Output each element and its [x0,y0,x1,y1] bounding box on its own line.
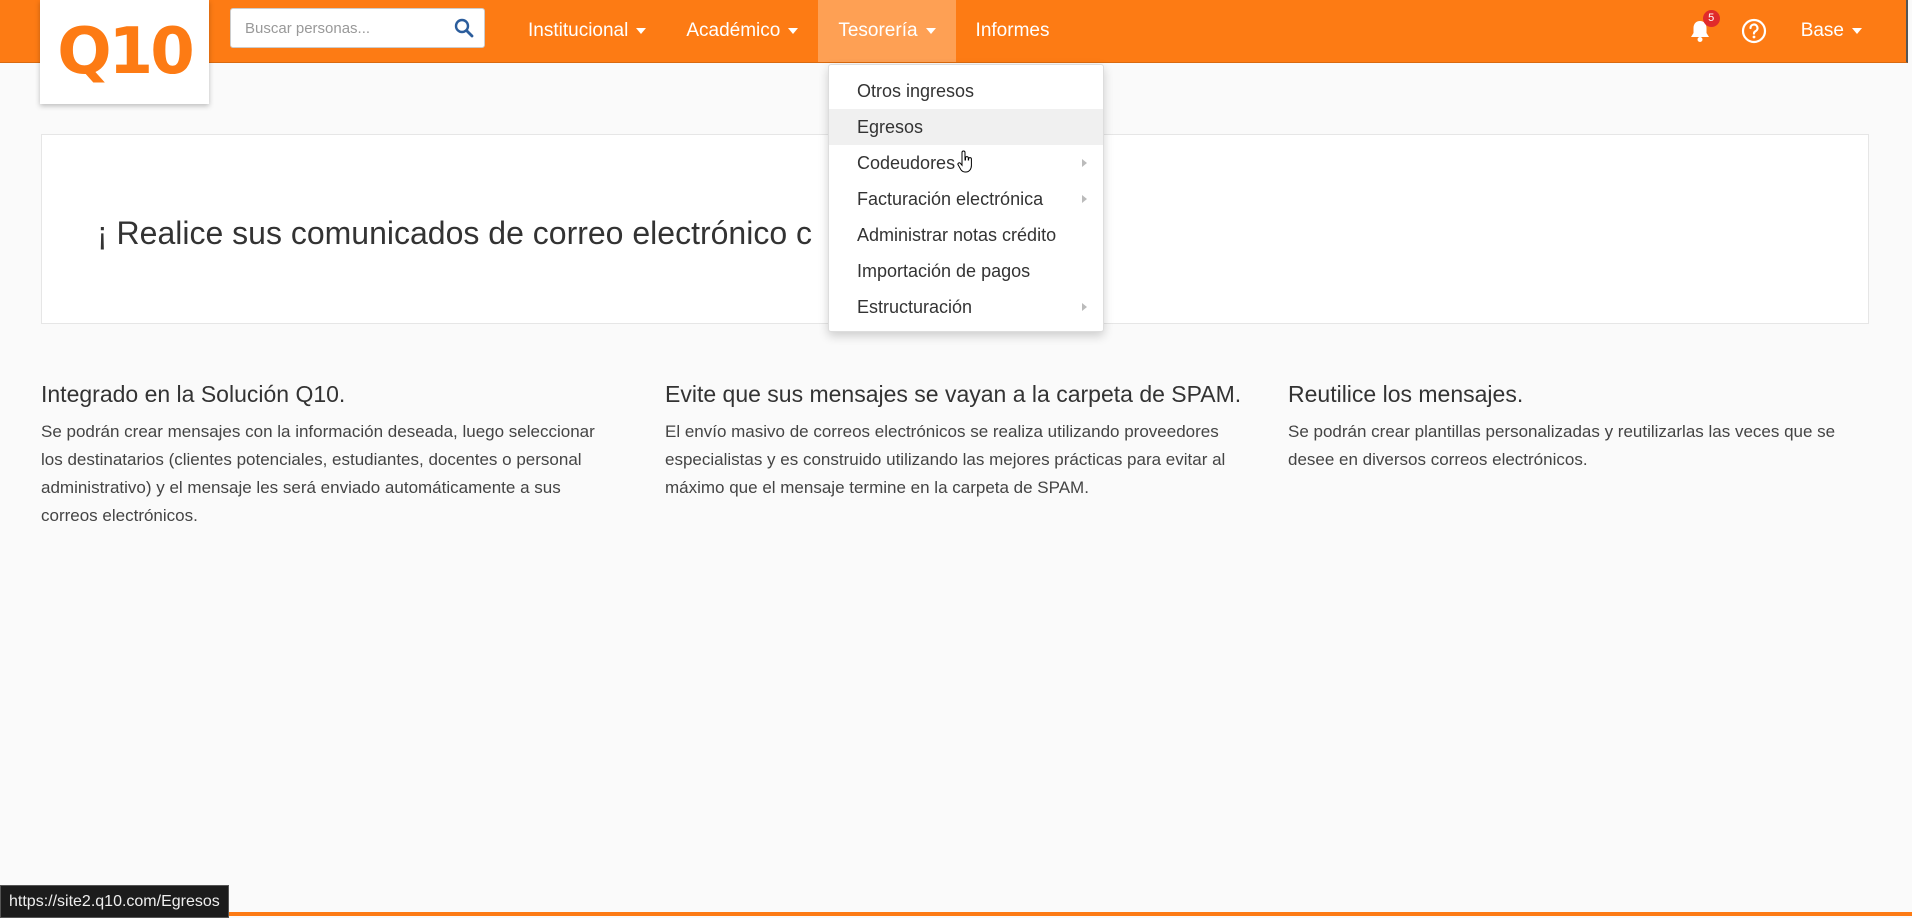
main-nav: Institucional Académico Tesorería Inform… [508,0,1069,62]
menu-item-importacion-de-pagos[interactable]: Importación de pagos [829,253,1103,289]
feature-body: Se podrán crear plantillas personalizada… [1288,422,1836,469]
caret-down-icon [925,28,936,34]
feature-title: Evite que sus mensajes se vayan a la car… [665,381,1242,407]
menu-item-label: Egresos [857,117,924,137]
menu-item-egresos[interactable]: Egresos [829,109,1103,145]
nav-item-label: Institucional [528,20,629,41]
top-navbar: Institucional Académico Tesorería Inform… [0,0,1908,63]
feature-title: Reutilice los mensajes. [1288,381,1524,407]
chevron-right-icon [1082,303,1087,311]
nav-item-label: Informes [975,20,1050,41]
user-menu-label: Base [1800,20,1844,41]
nav-item-institucional[interactable]: Institucional [508,0,666,62]
nav-item-informes[interactable]: Informes [956,0,1070,62]
menu-item-label: Importación de pagos [857,261,1031,281]
feature-body: Se podrán crear mensajes con la informac… [41,422,595,525]
search-icon[interactable] [454,18,474,38]
help-icon[interactable] [1741,18,1767,44]
footer-accent-line [0,912,1912,916]
feature-block: Integrado en la Solución Q10. Se podrán … [41,380,621,530]
menu-item-estructuracion[interactable]: Estructuración [829,289,1103,325]
user-menu[interactable]: Base [1801,20,1862,42]
menu-item-facturacion-electronica[interactable]: Facturación electrónica [829,181,1103,217]
notifications-button[interactable]: 5 [1687,10,1720,44]
hero-headline: ¡ Realice sus comunicados de correo elec… [97,215,812,251]
tesoreria-dropdown-menu: Otros ingresos Egresos Codeudores Factur… [828,64,1104,332]
chevron-right-icon [1082,159,1087,167]
hand-cursor-icon [957,150,972,173]
menu-item-label: Codeudores [857,153,956,173]
menu-item-label: Administrar notas crédito [857,225,1057,245]
notification-badge: 5 [1702,10,1720,27]
q10-logo[interactable]: Q10 [40,0,209,104]
menu-item-label: Facturación electrónica [857,189,1044,209]
chevron-right-icon [1082,195,1087,203]
feature-block: Evite que sus mensajes se vayan a la car… [665,380,1245,502]
menu-item-label: Otros ingresos [857,81,975,101]
menu-item-label: Estructuración [857,297,973,317]
menu-item-administrar-notas-credito[interactable]: Administrar notas crédito [829,217,1103,253]
header-actions: 5 Base [1687,0,1906,62]
nav-item-label: Académico [686,20,781,41]
nav-item-tesoreria[interactable]: Tesorería [818,0,956,62]
menu-item-otros-ingresos[interactable]: Otros ingresos [829,73,1103,109]
feature-body: El envío masivo de correos electrónicos … [665,422,1226,497]
feature-title: Integrado en la Solución Q10. [41,381,346,407]
nav-item-academico[interactable]: Académico [666,0,818,62]
logo-text: Q10 [57,15,194,89]
caret-down-icon [636,28,647,34]
nav-item-label: Tesorería [838,20,918,41]
search-input[interactable] [231,9,445,47]
search-box[interactable] [230,8,485,48]
caret-down-icon [788,28,799,34]
feature-block: Reutilice los mensajes. Se podrán crear … [1288,380,1868,474]
caret-down-icon [1852,28,1862,34]
link-status-bar: https://site2.q10.com/Egresos [0,885,229,918]
